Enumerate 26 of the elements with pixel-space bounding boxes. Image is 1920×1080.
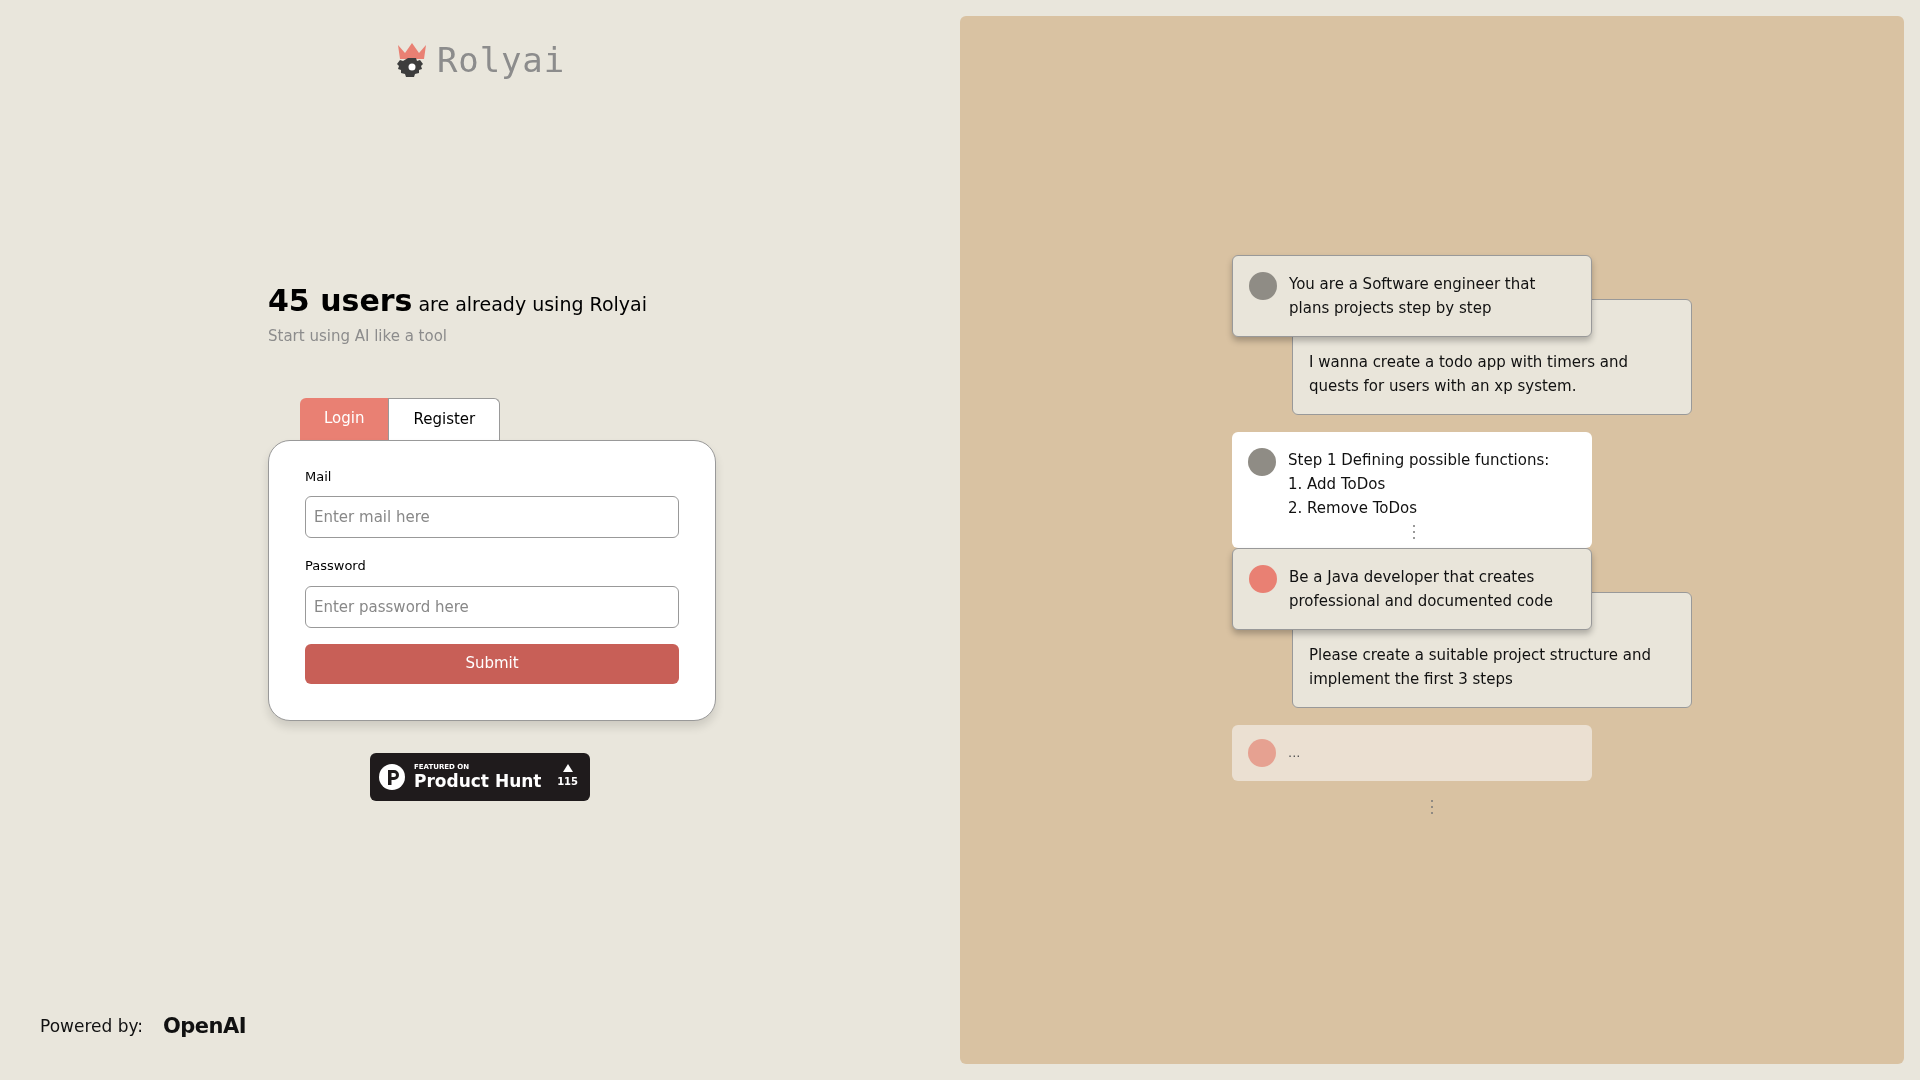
more-icon bbox=[1430, 799, 1434, 815]
openai-logo: OpenAI bbox=[163, 1012, 247, 1040]
input-field[interactable]: Enter password here bbox=[305, 585, 679, 628]
message-text: I wanna create a todo app with timers and quests for users with an xp system. bbox=[1309, 352, 1629, 397]
user-count: 45 users bbox=[268, 282, 413, 320]
input-field[interactable]: Enter mail here bbox=[305, 496, 679, 538]
logo-text: Rolyai bbox=[437, 38, 565, 82]
upvote-icon bbox=[562, 764, 573, 772]
message-text: 2. Remove ToDos bbox=[1288, 498, 1419, 519]
tab[interactable]: Register bbox=[388, 397, 501, 440]
message-text: Please create a suitable project structure and implement the first 3 steps bbox=[1309, 645, 1652, 690]
badge-title: Product Hunt bbox=[414, 772, 542, 790]
p-logo-icon bbox=[378, 762, 406, 791]
message-text: 1. Add ToDos bbox=[1288, 474, 1387, 495]
headline-text: are already using Rolyai bbox=[418, 292, 647, 317]
vote-count: 115 bbox=[557, 775, 578, 789]
message-text: Step 1 Defining possible functions: bbox=[1288, 450, 1550, 471]
powered-by-label: Powered by: bbox=[40, 1014, 144, 1038]
typing-text: ... bbox=[1288, 744, 1301, 763]
submit-button[interactable]: Submit bbox=[305, 643, 679, 684]
field-label: Mail bbox=[305, 467, 333, 486]
field-label: Password bbox=[305, 557, 367, 575]
subtitle: Start using AI like a tool bbox=[268, 326, 448, 347]
message-text: You are a Software engineer that plans projects step by step bbox=[1289, 274, 1537, 319]
message-text: Be a Java developer that creates professional and documented code bbox=[1289, 567, 1555, 612]
more-icon bbox=[1412, 524, 1416, 540]
